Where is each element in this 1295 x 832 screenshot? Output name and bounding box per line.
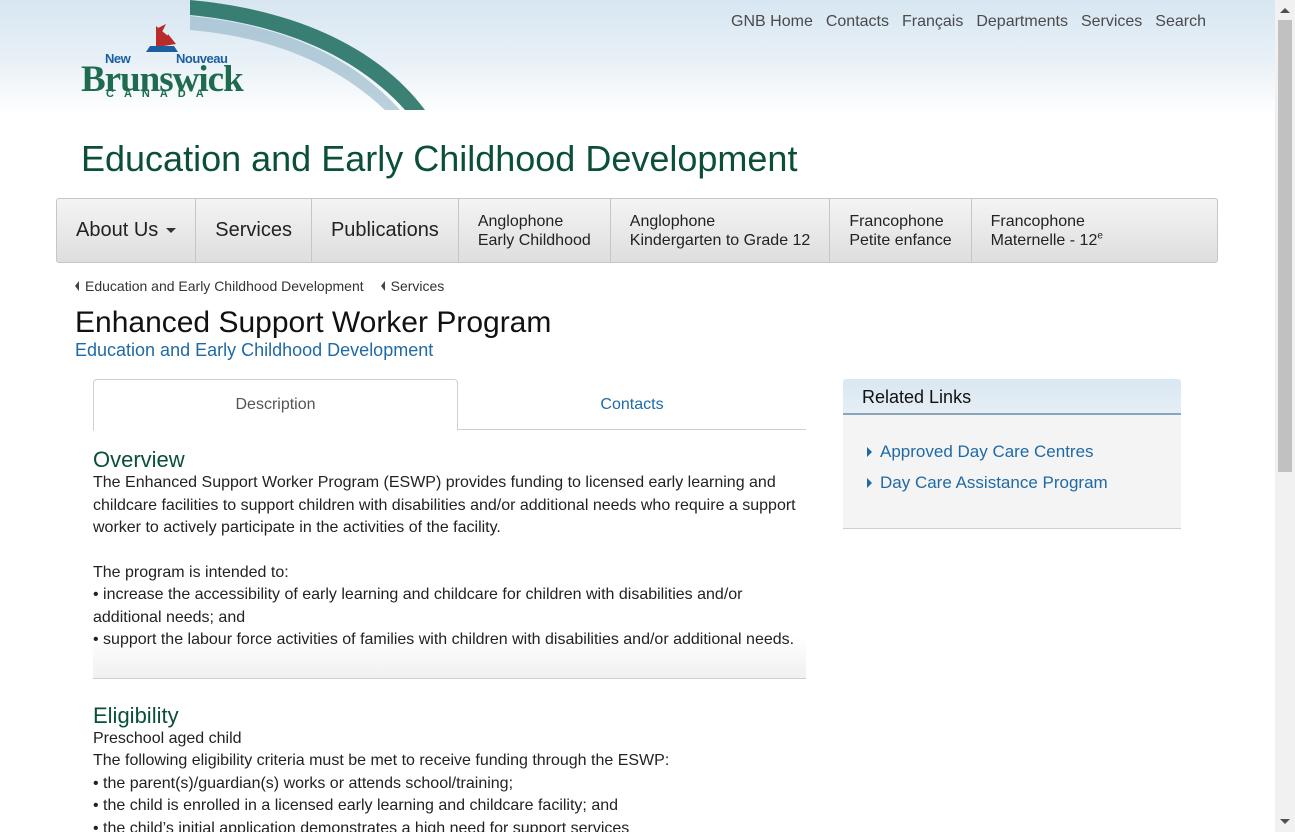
breadcrumb-label: Education and Early Childhood Developmen…	[85, 278, 364, 294]
breadcrumb: Education and Early Childhood Developmen…	[75, 278, 444, 294]
nav-publications[interactable]: Publications	[312, 199, 459, 262]
tab-bar: Description Contacts	[93, 379, 806, 431]
overview-intro: The program is intended to:	[93, 563, 289, 581]
nav-about-us-label: About Us	[76, 219, 159, 241]
topnav-search[interactable]: Search	[1155, 13, 1206, 31]
nav-label-line2: Maternelle - 12e	[991, 231, 1103, 250]
nav-label-line1: Anglophone	[629, 212, 716, 230]
nav-label-line2: Kindergarten to Grade 12	[629, 231, 811, 249]
overview-section: Overview The Enhanced Support Worker Pro…	[93, 448, 806, 679]
topnav-contacts[interactable]: Contacts	[826, 13, 889, 31]
related-links-heading: Related Links	[843, 379, 1181, 415]
nav-label-line1: Francophone	[849, 212, 944, 230]
breadcrumb-item-eecd[interactable]: Education and Early Childhood Developmen…	[75, 278, 364, 294]
caret-down-icon	[166, 228, 177, 233]
eligibility-bullet: • the parent(s)/guardian(s) works or att…	[93, 774, 514, 792]
nav-label-line2: Early Childhood	[477, 231, 591, 249]
main-nav: About Us Services Publications Anglophon…	[56, 198, 1218, 263]
breadcrumb-item-services[interactable]: Services	[380, 278, 445, 294]
overview-bullet: • increase the accessibility of early le…	[93, 586, 743, 626]
page-title: Enhanced Support Worker Program	[75, 306, 552, 339]
nav-label-line1: Anglophone	[477, 212, 564, 230]
eligibility-heading: Eligibility	[93, 702, 179, 728]
related-link-label: Approved Day Care Centres	[880, 442, 1094, 461]
nav-label-text: Maternelle - 12	[990, 231, 1098, 249]
nav-about-us[interactable]: About Us	[57, 199, 197, 262]
eligibility-section: Eligibility Preschool aged child The fol…	[93, 702, 806, 832]
tab-contacts[interactable]: Contacts	[458, 379, 806, 430]
topnav-gnb-home[interactable]: GNB Home	[731, 13, 813, 31]
overview-heading: Overview	[93, 447, 185, 472]
scroll-up-arrow-icon[interactable]	[1280, 8, 1290, 13]
topnav-departments[interactable]: Departments	[976, 13, 1068, 31]
nav-francophone-petite-enfance[interactable]: Francophone Petite enfance	[830, 199, 972, 262]
caret-left-icon	[75, 281, 79, 291]
caret-right-icon	[867, 447, 872, 457]
related-links-list: Approved Day Care Centres Day Care Assis…	[843, 415, 1181, 494]
nav-anglophone-early-childhood[interactable]: Anglophone Early Childhood	[459, 199, 611, 262]
eligibility-line: Preschool aged child	[93, 729, 242, 747]
topnav-francais[interactable]: Français	[902, 13, 963, 31]
breadcrumb-label: Services	[390, 278, 445, 294]
nav-francophone-maternelle-12[interactable]: Francophone Maternelle - 12e	[972, 199, 1189, 262]
related-link-day-care-assistance[interactable]: Day Care Assistance Program	[867, 472, 1181, 494]
tab-content: Overview The Enhanced Support Worker Pro…	[93, 448, 806, 832]
topnav-services[interactable]: Services	[1081, 13, 1142, 31]
caret-left-icon	[380, 281, 385, 291]
tab-description[interactable]: Description	[93, 379, 458, 431]
vertical-scrollbar[interactable]	[1275, 0, 1295, 832]
eligibility-bullet: • the child is enrolled in a licensed ea…	[93, 797, 619, 814]
eligibility-bullet: • the child’s initial application demons…	[93, 819, 630, 832]
scroll-down-arrow-icon[interactable]	[1280, 819, 1290, 824]
related-link-label: Day Care Assistance Program	[880, 473, 1108, 492]
caret-right-icon	[867, 478, 872, 488]
eligibility-line: The following eligibility criteria must …	[93, 752, 670, 769]
top-nav: GNB Home Contacts Français Departments S…	[731, 13, 1206, 31]
site-title[interactable]: Education and Early Childhood Developmen…	[81, 138, 797, 180]
overview-paragraph: The Enhanced Support Worker Program (ESW…	[93, 474, 796, 536]
related-links-panel: Related Links Approved Day Care Centres …	[843, 379, 1181, 529]
gnb-logo[interactable]: New Nouveau Brunswick CANADA	[80, 22, 280, 102]
scroll-thumb[interactable]	[1278, 20, 1292, 472]
nav-anglophone-k12[interactable]: Anglophone Kindergarten to Grade 12	[611, 199, 831, 262]
logo-canada-text: CANADA	[106, 88, 214, 100]
nav-label-line2: Petite enfance	[849, 231, 952, 249]
nav-label-line1: Francophone	[990, 212, 1085, 230]
page: New Nouveau Brunswick CANADA GNB Home Co…	[0, 0, 1275, 832]
nav-services[interactable]: Services	[196, 199, 312, 262]
overview-bullet: • support the labour force activities of…	[93, 631, 795, 648]
related-link-approved-day-care[interactable]: Approved Day Care Centres	[867, 441, 1181, 463]
nav-label-superscript: e	[1097, 230, 1103, 242]
department-link[interactable]: Education and Early Childhood Developmen…	[75, 340, 433, 361]
